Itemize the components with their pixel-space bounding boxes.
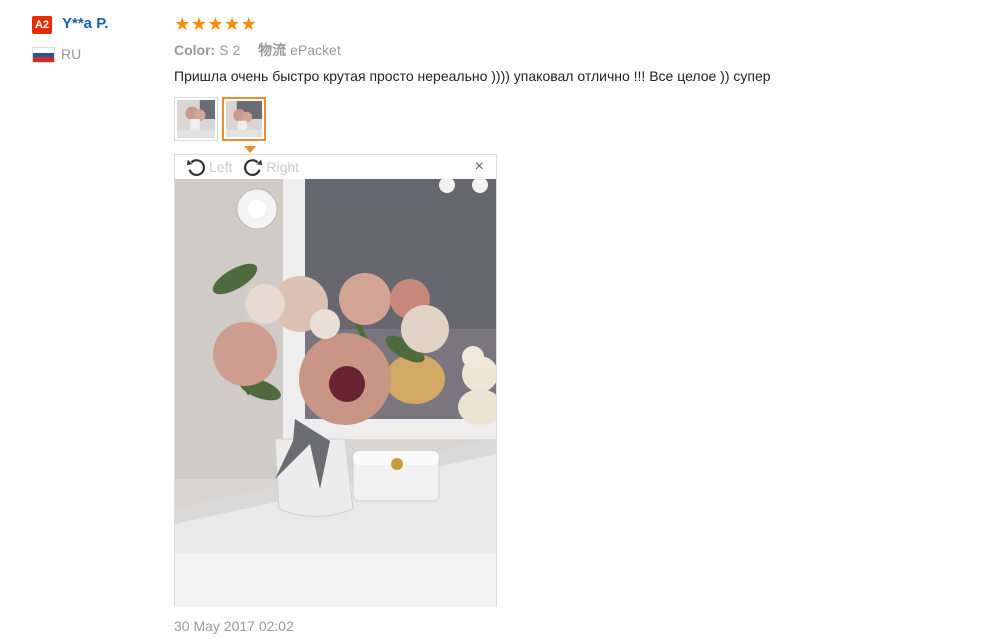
photo-thumbnails: [174, 97, 266, 141]
star-icon: ★: [240, 14, 257, 34]
viewer-toolbar: Left Right ×: [175, 155, 496, 179]
rotate-left-button[interactable]: Left: [185, 156, 232, 178]
order-info: Color: S 2 物流 ePacket: [174, 40, 355, 60]
review-photo: [175, 179, 496, 607]
selected-thumbnail-pointer: [244, 146, 256, 153]
logistics-label: 物流: [258, 42, 287, 58]
color-value: S 2: [219, 42, 241, 58]
rotate-right-label: Right: [266, 159, 300, 175]
review-text: Пришла очень быстро крутая просто нереал…: [174, 68, 771, 84]
star-icon: ★: [224, 14, 241, 34]
rotate-right-icon: [244, 159, 263, 177]
star-icon: ★: [207, 14, 224, 34]
photo-thumbnail-selected[interactable]: [222, 97, 266, 141]
star-icon: ★: [190, 14, 207, 34]
rotate-left-icon: [186, 159, 205, 177]
rotate-left-label: Left: [209, 159, 233, 175]
logistics-value: ePacket: [290, 42, 341, 58]
star-icon: ★: [174, 14, 191, 34]
photo-viewer: Left Right ×: [174, 154, 497, 607]
reviewer-name[interactable]: Y**a P.: [62, 15, 108, 32]
rotate-right-button[interactable]: Right: [242, 156, 299, 178]
review-date: 30 May 2017 02:02: [174, 618, 294, 634]
user-level-badge: A2: [32, 16, 52, 34]
russia-flag-icon: [32, 47, 55, 63]
reviewer-country: RU: [61, 46, 82, 62]
photo-thumbnail[interactable]: [174, 97, 218, 141]
star-rating: ★ ★ ★ ★ ★: [174, 14, 257, 34]
close-icon[interactable]: ×: [475, 158, 484, 176]
color-label: Color:: [174, 42, 216, 58]
